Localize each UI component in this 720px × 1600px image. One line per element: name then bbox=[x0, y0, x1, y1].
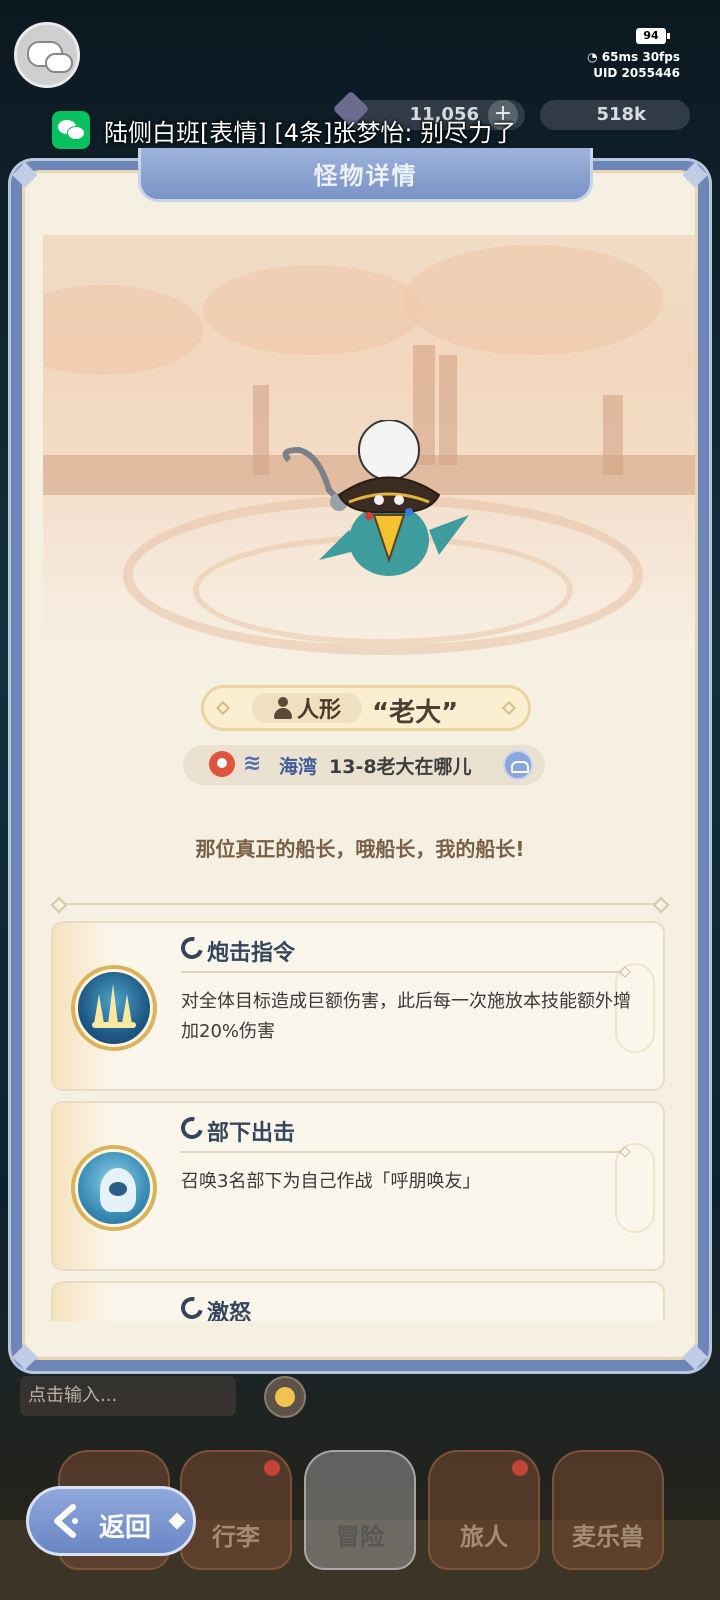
section-divider bbox=[55, 903, 665, 905]
skill-name: 炮击指令 bbox=[207, 941, 296, 966]
wave-icon: ≋ bbox=[243, 751, 262, 776]
back-label: 返回 bbox=[99, 1513, 152, 1543]
card-ornament bbox=[53, 1283, 113, 1321]
back-arrow-icon bbox=[54, 1504, 78, 1538]
skill-name: 激怒 bbox=[207, 1301, 252, 1321]
notification-text: 陆侧白班[表情] [4条]张梦怡: 别尽力了 bbox=[104, 118, 517, 147]
location-pin-icon bbox=[209, 751, 235, 777]
icon-detail bbox=[100, 1168, 136, 1212]
skill-divider bbox=[181, 1151, 623, 1153]
type-chip: 人形 bbox=[252, 693, 362, 723]
skill-icon-barrage bbox=[71, 965, 157, 1051]
skill-description: 对全体目标造成巨额伤害，此后每一次施放本技能额外增加20%伤害 bbox=[181, 991, 631, 1042]
nav-label: 麦乐兽 bbox=[572, 1523, 644, 1551]
nav-label: 行李 bbox=[212, 1523, 260, 1551]
icon-detail bbox=[94, 994, 104, 1024]
icon-detail bbox=[92, 1022, 136, 1028]
skill-card[interactable]: 部下出击 召唤3名部下为自己作战「呼朋唤友」 bbox=[51, 1101, 665, 1271]
sparkle-icon bbox=[168, 1512, 186, 1530]
skill-moon-icon bbox=[176, 1292, 208, 1321]
monster-name: “老大” bbox=[372, 698, 459, 728]
uid-label: UID 2055446 bbox=[593, 66, 680, 80]
skill-divider bbox=[181, 971, 623, 973]
monster-type: 人形 bbox=[296, 698, 341, 723]
skill-icon-summon bbox=[71, 1145, 157, 1231]
notification-dot bbox=[512, 1460, 528, 1476]
chat-input[interactable]: 点击输入... bbox=[20, 1376, 236, 1416]
location-plate[interactable]: ≋ 海湾 13-8老大在哪儿 bbox=[183, 745, 545, 785]
plate-ornament bbox=[215, 700, 231, 716]
skill-moon-icon bbox=[176, 1112, 208, 1144]
scene-cloud bbox=[203, 265, 423, 355]
nav-item-adventure[interactable]: 冒险 bbox=[304, 1450, 416, 1570]
chat-bubble-icon-back bbox=[45, 53, 73, 73]
icon-detail bbox=[108, 984, 118, 1024]
skill-list[interactable]: 炮击指令 对全体目标造成巨额伤害，此后每一次施放本技能额外增加20%伤害 部下出… bbox=[51, 921, 669, 1321]
emoji-button[interactable] bbox=[264, 1376, 306, 1418]
monster-quote: 那位真正的船长，哦船长，我的船长! bbox=[195, 837, 525, 861]
chat-button[interactable] bbox=[14, 22, 80, 88]
icon-detail bbox=[122, 994, 132, 1024]
skill-name: 部下出击 bbox=[207, 1121, 296, 1146]
status-overlay: 94 ◔ 65ms 30fps UID 2055446 bbox=[560, 26, 680, 86]
nav-item-pets[interactable]: 麦乐兽 bbox=[552, 1450, 664, 1570]
teleport-icon[interactable] bbox=[503, 750, 533, 780]
wechat-notification[interactable]: 陆侧白班[表情] [4条]张梦怡: 别尽力了 bbox=[52, 110, 516, 150]
modal-title: 怪物详情 bbox=[313, 162, 418, 190]
modal-content: 人形 “老大” ≋ 海湾 13-8老大在哪儿 那位真正的船长，哦船长，我的船长! bbox=[22, 170, 698, 1360]
network-stats: ◔ 65ms 30fps bbox=[587, 50, 680, 64]
nav-item-bag[interactable]: 行李 bbox=[180, 1450, 292, 1570]
monster-type-plate: 人形 “老大” bbox=[201, 685, 531, 731]
notification-dot bbox=[264, 1460, 280, 1476]
plate-ornament bbox=[501, 700, 517, 716]
monster-scene bbox=[43, 235, 695, 655]
skill-card[interactable]: 激怒 bbox=[51, 1281, 665, 1321]
monster-sprite bbox=[282, 420, 469, 576]
scene-cloud bbox=[43, 285, 203, 375]
battery-indicator: 94 bbox=[636, 28, 670, 44]
person-icon bbox=[273, 697, 293, 719]
skill-moon-icon bbox=[176, 932, 208, 964]
region-name: 海湾 bbox=[279, 756, 318, 778]
ping-value: 65ms bbox=[601, 50, 639, 64]
nav-label: 冒险 bbox=[336, 1523, 384, 1551]
nav-label: 旅人 bbox=[460, 1523, 508, 1551]
stage-name: 13-8老大在哪儿 bbox=[329, 756, 472, 778]
skill-description: 召唤3名部下为自己作战「呼朋唤友」 bbox=[181, 1171, 481, 1192]
scene-cloud bbox=[403, 245, 663, 355]
monster-detail-modal: 怪物详情 人形 “老大” ≋ 海湾 13-8老大在哪儿 那位真正的船长，哦船长，… bbox=[8, 148, 712, 1374]
currency-2: 518k bbox=[540, 100, 690, 130]
fps-value: 30fps bbox=[642, 50, 680, 64]
modal-title-bar: 怪物详情 bbox=[138, 148, 593, 202]
wifi-icon: ◔ bbox=[587, 50, 598, 64]
nav-item-travelers[interactable]: 旅人 bbox=[428, 1450, 540, 1570]
back-button[interactable]: 返回 bbox=[26, 1486, 196, 1556]
skill-card[interactable]: 炮击指令 对全体目标造成巨额伤害，此后每一次施放本技能额外增加20%伤害 bbox=[51, 921, 665, 1091]
wechat-icon bbox=[52, 111, 90, 149]
